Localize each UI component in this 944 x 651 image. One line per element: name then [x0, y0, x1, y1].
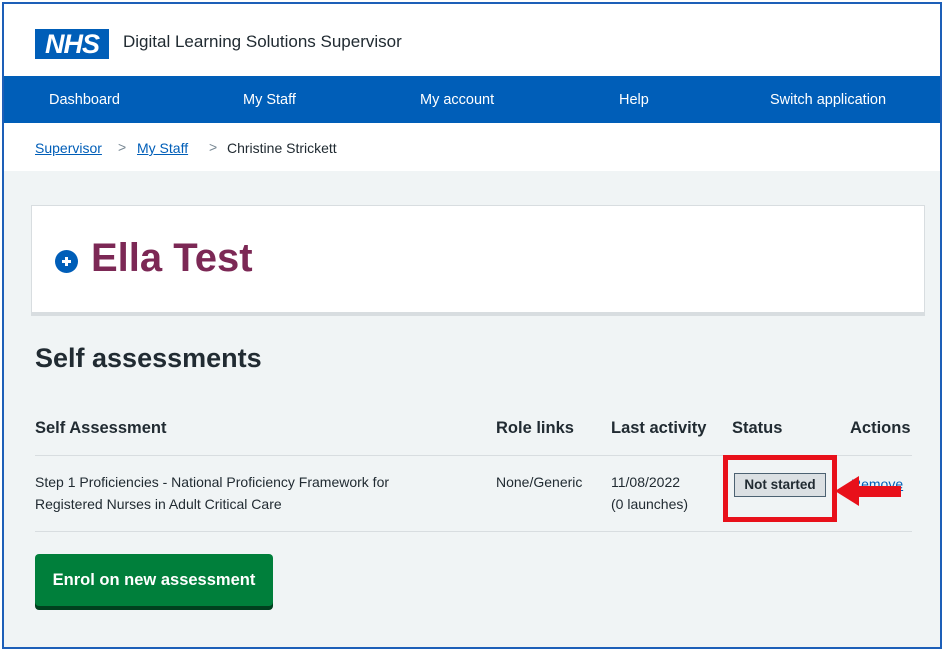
assessment-name-line2: Registered Nurses in Adult Critical Care: [35, 496, 282, 512]
last-activity-launches: (0 launches): [611, 496, 689, 512]
section-title: Self assessments: [35, 343, 262, 373]
column-header-self-assessment: Self Assessment: [35, 419, 167, 437]
annotation-highlight-box: [723, 455, 837, 522]
assessment-name-line1: Step 1 Proficiencies - National Proficie…: [35, 474, 390, 490]
staff-name[interactable]: Ella Test: [91, 236, 253, 281]
assessment-name: Step 1 Proficiencies - National Proficie…: [35, 471, 389, 515]
last-activity-value: 11/08/2022 (0 launches): [611, 471, 688, 515]
breadcrumb-separator: >: [209, 139, 218, 155]
table-divider: [35, 531, 912, 532]
staff-card: Ella Test: [31, 205, 925, 313]
column-header-last-activity: Last activity: [611, 419, 707, 437]
breadcrumb-my-staff[interactable]: My Staff: [137, 140, 188, 156]
nav-item-my-staff[interactable]: My Staff: [243, 92, 296, 108]
breadcrumb-supervisor[interactable]: Supervisor: [35, 140, 102, 156]
plus-circle-icon[interactable]: [55, 250, 78, 273]
breadcrumb-current: Christine Strickett: [227, 140, 337, 156]
main-nav: Dashboard My Staff My account Help Switc…: [4, 76, 940, 123]
nav-item-help[interactable]: Help: [619, 92, 649, 108]
column-header-status: Status: [732, 419, 783, 437]
app-title[interactable]: Digital Learning Solutions Supervisor: [123, 32, 402, 52]
column-header-role-links: Role links: [496, 419, 574, 437]
nav-item-my-account[interactable]: My account: [420, 92, 494, 108]
nhs-logo[interactable]: NHS: [35, 29, 109, 59]
enrol-new-assessment-button[interactable]: Enrol on new assessment: [35, 554, 273, 606]
breadcrumb: Supervisor > My Staff > Christine Strick…: [4, 123, 940, 171]
column-header-actions: Actions: [850, 419, 911, 437]
site-header: NHS Digital Learning Solutions Superviso…: [4, 4, 940, 76]
nav-item-switch-application[interactable]: Switch application: [770, 92, 886, 108]
screenshot-frame: NHS Digital Learning Solutions Superviso…: [2, 2, 942, 649]
role-links-value: None/Generic: [496, 474, 583, 490]
breadcrumb-separator: >: [118, 139, 127, 155]
nav-item-dashboard[interactable]: Dashboard: [49, 92, 120, 108]
annotation-arrow-icon: [835, 476, 901, 506]
last-activity-date: 11/08/2022: [611, 474, 681, 490]
